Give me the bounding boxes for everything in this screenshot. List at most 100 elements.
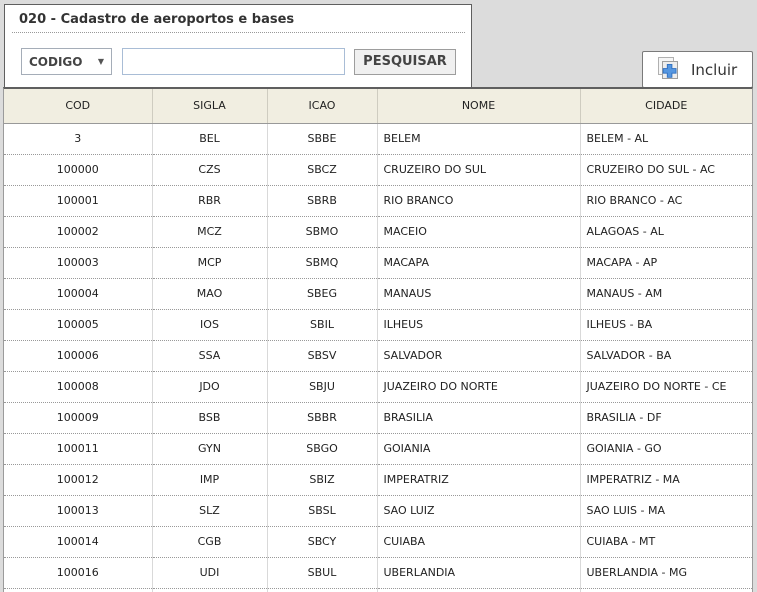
search-field-select-value: CODIGO — [29, 55, 82, 69]
page: { "header": { "title": "020 - Cadastro d… — [0, 0, 757, 592]
cell-cidade: ALAGOAS - AL — [580, 216, 752, 247]
cell-cidade: CRUZEIRO DO SUL - AC — [580, 154, 752, 185]
column-header-cidade: CIDADE — [580, 89, 752, 123]
cell-cidade: CUIABA - MT — [580, 526, 752, 557]
cell-nome: JUAZEIRO DO NORTE — [377, 371, 580, 402]
cell-cidade: SAO LUIS - MA — [580, 495, 752, 526]
cell-cod: 100016 — [4, 557, 152, 588]
cell-cidade: UBERLANDIA - MG — [580, 557, 752, 588]
cell-icao: SBJU — [267, 371, 377, 402]
table-row[interactable]: 100009 BSB SBBR BRASILIA BRASILIA - DF — [4, 402, 752, 433]
cell-icao: SBSL — [267, 495, 377, 526]
table-row[interactable]: 100012 IMP SBIZ IMPERATRIZ IMPERATRIZ - … — [4, 464, 752, 495]
cell-nome: RIO BRANCO — [377, 185, 580, 216]
table-row[interactable]: 100016 UDI SBUL UBERLANDIA UBERLANDIA - … — [4, 557, 752, 588]
cell-cidade: BELEM - AL — [580, 123, 752, 154]
cell-cidade: RIO BRANCO - AC — [580, 185, 752, 216]
new-record-plus-icon — [655, 56, 682, 83]
cell-cidade: BRASILIA - DF — [580, 402, 752, 433]
include-button[interactable]: Incluir — [642, 51, 753, 88]
cell-cod: 100005 — [4, 309, 152, 340]
cell-nome: SAO LUIZ — [377, 495, 580, 526]
cell-icao: SBBE — [267, 123, 377, 154]
cell-cidade: IMPERATRIZ - MA — [580, 464, 752, 495]
cell-cidade: MACAPA - AP — [580, 247, 752, 278]
cell-cod: 100012 — [4, 464, 152, 495]
cell-sigla: GYN — [152, 433, 267, 464]
cell-cidade: GOIANIA - GO — [580, 433, 752, 464]
cell-icao: SBMO — [267, 216, 377, 247]
table-header-row: COD SIGLA ICAO NOME CIDADE — [4, 89, 752, 123]
cell-sigla: CZS — [152, 154, 267, 185]
cell-sigla: CGB — [152, 526, 267, 557]
cell-cidade: MANAUS - AM — [580, 278, 752, 309]
airports-table: COD SIGLA ICAO NOME CIDADE 3 BEL SBBE BE… — [3, 87, 753, 592]
cell-icao: SBCY — [267, 526, 377, 557]
cell-sigla: SSA — [152, 340, 267, 371]
partial-row — [4, 588, 752, 592]
cell-cod: 100014 — [4, 526, 152, 557]
cell-cod: 100004 — [4, 278, 152, 309]
page-title: 020 - Cadastro de aeroportos e bases — [12, 11, 465, 33]
cell-nome: MACEIO — [377, 216, 580, 247]
table-row[interactable]: 100006 SSA SBSV SALVADOR SALVADOR - BA — [4, 340, 752, 371]
cell-icao: SBGO — [267, 433, 377, 464]
cell-sigla: MCZ — [152, 216, 267, 247]
search-panel: 020 - Cadastro de aeroportos e bases COD… — [4, 4, 472, 88]
cell-nome: MANAUS — [377, 278, 580, 309]
cell-nome: BRASILIA — [377, 402, 580, 433]
table-row[interactable]: 100011 GYN SBGO GOIANIA GOIANIA - GO — [4, 433, 752, 464]
cell-cod: 100008 — [4, 371, 152, 402]
cell-sigla: BEL — [152, 123, 267, 154]
search-form: CODIGO ▼ PESQUISAR — [21, 48, 471, 75]
column-header-icao: ICAO — [267, 89, 377, 123]
cell-sigla: SLZ — [152, 495, 267, 526]
cell-sigla: BSB — [152, 402, 267, 433]
cell-cod: 100001 — [4, 185, 152, 216]
cell-cod: 100011 — [4, 433, 152, 464]
cell-icao: SBEG — [267, 278, 377, 309]
cell-icao: SBCZ — [267, 154, 377, 185]
table-row[interactable]: 3 BEL SBBE BELEM BELEM - AL — [4, 123, 752, 154]
search-input[interactable] — [122, 48, 345, 75]
search-field-select[interactable]: CODIGO ▼ — [21, 48, 112, 75]
column-header-nome: NOME — [377, 89, 580, 123]
cell-nome: BELEM — [377, 123, 580, 154]
cell-nome: SALVADOR — [377, 340, 580, 371]
cell-sigla: MCP — [152, 247, 267, 278]
cell-icao: SBRB — [267, 185, 377, 216]
cell-nome: CRUZEIRO DO SUL — [377, 154, 580, 185]
cell-cod: 100000 — [4, 154, 152, 185]
cell-icao: SBBR — [267, 402, 377, 433]
cell-nome: UBERLANDIA — [377, 557, 580, 588]
cell-sigla: UDI — [152, 557, 267, 588]
table-row[interactable]: 100000 CZS SBCZ CRUZEIRO DO SUL CRUZEIRO… — [4, 154, 752, 185]
cell-icao: SBSV — [267, 340, 377, 371]
cell-nome: GOIANIA — [377, 433, 580, 464]
search-button[interactable]: PESQUISAR — [354, 49, 456, 75]
table-row[interactable]: 100008 JDO SBJU JUAZEIRO DO NORTE JUAZEI… — [4, 371, 752, 402]
cell-cod: 100006 — [4, 340, 152, 371]
table-row[interactable]: 100002 MCZ SBMO MACEIO ALAGOAS - AL — [4, 216, 752, 247]
cell-nome: MACAPA — [377, 247, 580, 278]
chevron-down-icon: ▼ — [98, 57, 104, 66]
cell-icao: SBUL — [267, 557, 377, 588]
cell-icao: SBIZ — [267, 464, 377, 495]
cell-cod: 100013 — [4, 495, 152, 526]
cell-cod: 100003 — [4, 247, 152, 278]
cell-sigla: MAO — [152, 278, 267, 309]
table-row[interactable]: 100014 CGB SBCY CUIABA CUIABA - MT — [4, 526, 752, 557]
table-row[interactable]: 100013 SLZ SBSL SAO LUIZ SAO LUIS - MA — [4, 495, 752, 526]
cell-cidade: SALVADOR - BA — [580, 340, 752, 371]
cell-nome: ILHEUS — [377, 309, 580, 340]
table-row[interactable]: 100004 MAO SBEG MANAUS MANAUS - AM — [4, 278, 752, 309]
cell-cidade: JUAZEIRO DO NORTE - CE — [580, 371, 752, 402]
cell-nome: IMPERATRIZ — [377, 464, 580, 495]
table-row[interactable]: 100005 IOS SBIL ILHEUS ILHEUS - BA — [4, 309, 752, 340]
include-button-label: Incluir — [691, 61, 737, 79]
cell-sigla: IOS — [152, 309, 267, 340]
table-row[interactable]: 100003 MCP SBMQ MACAPA MACAPA - AP — [4, 247, 752, 278]
column-header-sigla: SIGLA — [152, 89, 267, 123]
table-row[interactable]: 100001 RBR SBRB RIO BRANCO RIO BRANCO - … — [4, 185, 752, 216]
cell-cod: 3 — [4, 123, 152, 154]
